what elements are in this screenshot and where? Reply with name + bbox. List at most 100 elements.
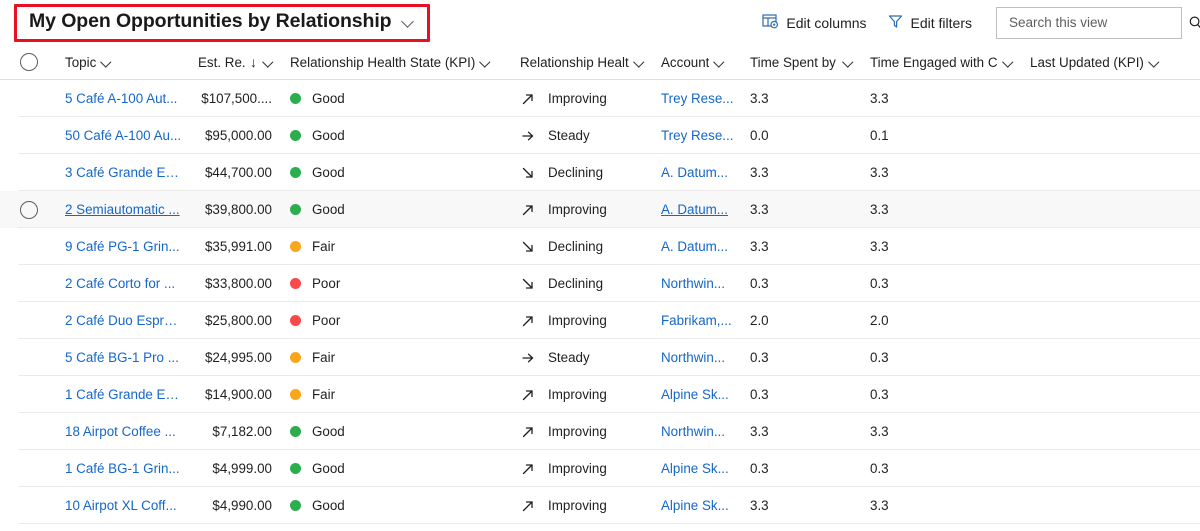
topic-link[interactable]: 5 Café A-100 Aut... — [65, 91, 177, 106]
cell-time-spent: 3.3 — [742, 487, 862, 524]
column-header-relationship-health-state[interactable]: Relationship Health State (KPI) — [282, 45, 512, 79]
column-header-time-spent[interactable]: Time Spent by T... — [742, 45, 862, 79]
time-engaged-value: 3.3 — [870, 91, 889, 106]
table-row[interactable]: 50 Café A-100 Au...$95,000.00GoodSteadyT… — [0, 117, 1200, 154]
column-header-topic[interactable]: Topic — [57, 45, 190, 79]
column-header-last-updated[interactable]: Last Updated (KPI) — [1022, 45, 1192, 79]
row-select-cell[interactable] — [0, 339, 57, 376]
account-link[interactable]: Fabrikam,... — [661, 313, 732, 328]
row-select-cell[interactable] — [0, 191, 57, 228]
account-link[interactable]: Northwin... — [661, 424, 725, 439]
row-select-cell[interactable] — [0, 487, 57, 524]
chevron-down-icon[interactable] — [1003, 57, 1014, 68]
account-link[interactable]: A. Datum... — [661, 165, 728, 180]
search-input[interactable] — [1007, 14, 1188, 31]
column-header-est-revenue[interactable]: Est. Re... ↓ — [190, 45, 282, 79]
select-all-circle-icon[interactable] — [20, 53, 38, 71]
row-select-cell[interactable] — [0, 80, 57, 117]
row-select-cell[interactable] — [0, 302, 57, 339]
chevron-down-icon[interactable] — [101, 57, 112, 68]
table-row[interactable]: 5 Café A-100 Aut...$107,500....GoodImpro… — [0, 80, 1200, 117]
time-spent-value: 0.3 — [750, 461, 769, 476]
time-engaged-value: 3.3 — [870, 424, 889, 439]
row-select-cell[interactable] — [0, 450, 57, 487]
topic-link[interactable]: 1 Café BG-1 Grin... — [65, 461, 180, 476]
topic-link[interactable]: 9 Café PG-1 Grin... — [65, 239, 180, 254]
edit-columns-button[interactable]: Edit columns — [752, 7, 876, 39]
row-select-cell[interactable] — [0, 413, 57, 450]
column-header-time-engaged[interactable]: Time Engaged with Cust... — [862, 45, 1022, 79]
account-link[interactable]: Trey Rese... — [661, 91, 733, 106]
cell-est-revenue: $4,990.00 — [190, 487, 282, 524]
topic-link[interactable]: 2 Café Corto for ... — [65, 276, 175, 291]
cell-last-updated — [1022, 450, 1192, 487]
table-row[interactable]: 3 Café Grande Es...$44,700.00GoodDeclini… — [0, 154, 1200, 191]
cell-time-engaged: 3.3 — [862, 154, 1022, 191]
row-select-cell[interactable] — [0, 154, 57, 191]
chevron-down-icon[interactable] — [263, 57, 274, 68]
row-select-cell[interactable] — [0, 117, 57, 154]
table-row[interactable]: 9 Café PG-1 Grin...$35,991.00FairDeclini… — [0, 228, 1200, 265]
health-status-dot-icon — [290, 315, 301, 326]
column-header-relationship-health-trend[interactable]: Relationship Health ... — [512, 45, 653, 79]
search-box[interactable] — [996, 7, 1182, 39]
topic-link[interactable]: 2 Café Duo Espre... — [65, 313, 182, 328]
est-revenue-value: $33,800.00 — [205, 276, 272, 291]
trend-label: Improving — [548, 91, 607, 106]
row-select-cell[interactable] — [0, 376, 57, 413]
est-revenue-value: $14,900.00 — [205, 387, 272, 402]
account-link[interactable]: Alpine Sk... — [661, 387, 729, 402]
table-row[interactable]: 1 Café Grande Es...$14,900.00FairImprovi… — [0, 376, 1200, 413]
account-link[interactable]: Alpine Sk... — [661, 498, 729, 513]
cell-time-engaged: 3.3 — [862, 487, 1022, 524]
account-link[interactable]: Trey Rese... — [661, 128, 733, 143]
row-select-cell[interactable] — [0, 265, 57, 302]
row-select-cell[interactable] — [0, 228, 57, 265]
column-header-relationship-health-state-label: Relationship Health State (KPI) — [290, 55, 475, 70]
account-link[interactable]: Northwin... — [661, 350, 725, 365]
edit-filters-button[interactable]: Edit filters — [877, 7, 982, 39]
table-row[interactable]: 2 Café Corto for ...$33,800.00PoorDeclin… — [0, 265, 1200, 302]
table-row[interactable]: 2 Semiautomatic ...$39,800.00GoodImprovi… — [0, 191, 1200, 228]
chevron-down-icon[interactable] — [714, 57, 725, 68]
account-link[interactable]: Northwin... — [661, 276, 725, 291]
topic-link[interactable]: 10 Airpot XL Coff... — [65, 498, 177, 513]
trend-label: Improving — [548, 313, 607, 328]
cell-topic: 5 Café BG-1 Pro ... — [57, 339, 190, 376]
cell-last-updated — [1022, 265, 1192, 302]
topic-link[interactable]: 5 Café BG-1 Pro ... — [65, 350, 179, 365]
topic-link[interactable]: 50 Café A-100 Au... — [65, 128, 181, 143]
table-row[interactable]: 5 Café BG-1 Pro ...$24,995.00FairSteadyN… — [0, 339, 1200, 376]
topic-link[interactable]: 3 Café Grande Es... — [65, 165, 182, 180]
cell-time-spent: 3.3 — [742, 154, 862, 191]
table-row[interactable]: 10 Airpot XL Coff...$4,990.00GoodImprovi… — [0, 487, 1200, 524]
search-icon[interactable] — [1188, 15, 1200, 31]
table-row[interactable]: 18 Airpot Coffee ...$7,182.00GoodImprovi… — [0, 413, 1200, 450]
chevron-down-icon[interactable] — [843, 57, 854, 68]
time-engaged-value: 0.1 — [870, 128, 889, 143]
topic-link[interactable]: 2 Semiautomatic ... — [65, 202, 180, 217]
cell-last-updated — [1022, 487, 1192, 524]
time-spent-value: 0.3 — [750, 387, 769, 402]
cell-relationship-health-state: Poor — [282, 265, 512, 302]
row-select-circle-icon[interactable] — [20, 201, 38, 219]
column-header-topic-label: Topic — [65, 55, 96, 70]
chevron-down-icon[interactable] — [634, 57, 645, 68]
account-link[interactable]: A. Datum... — [661, 202, 728, 217]
cell-last-updated — [1022, 302, 1192, 339]
cell-account: Northwin... — [653, 339, 742, 376]
cell-relationship-health-trend: Improving — [512, 450, 653, 487]
view-selector[interactable]: My Open Opportunities by Relationship — [14, 4, 430, 42]
cell-account: Alpine Sk... — [653, 450, 742, 487]
account-link[interactable]: Alpine Sk... — [661, 461, 729, 476]
column-header-account[interactable]: Account — [653, 45, 742, 79]
table-row[interactable]: 1 Café BG-1 Grin...$4,999.00GoodImprovin… — [0, 450, 1200, 487]
sort-descending-icon[interactable]: ↓ — [250, 55, 257, 69]
topic-link[interactable]: 18 Airpot Coffee ... — [65, 424, 176, 439]
topic-link[interactable]: 1 Café Grande Es... — [65, 387, 182, 402]
table-row[interactable]: 2 Café Duo Espre...$25,800.00PoorImprovi… — [0, 302, 1200, 339]
select-all-header[interactable] — [0, 45, 57, 79]
chevron-down-icon[interactable] — [480, 57, 491, 68]
account-link[interactable]: A. Datum... — [661, 239, 728, 254]
chevron-down-icon[interactable] — [1149, 57, 1160, 68]
